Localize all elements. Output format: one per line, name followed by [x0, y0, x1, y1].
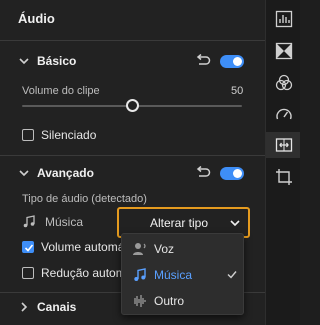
chevron-down-icon[interactable] — [18, 167, 30, 179]
checkmark-icon — [24, 244, 34, 252]
audio-panel: Áudio Básico Volume do clipe 50 Silencia… — [0, 0, 265, 325]
music-note-icon — [23, 215, 35, 228]
auto-volume-checkbox[interactable] — [22, 241, 34, 253]
detected-type-value: Música — [45, 215, 84, 229]
menu-item-label: Música — [154, 268, 193, 282]
chevron-down-icon[interactable] — [18, 55, 30, 67]
music-note-icon — [134, 268, 146, 281]
volume-slider-thumb[interactable] — [126, 99, 139, 112]
section-channels-title[interactable]: Canais — [37, 300, 76, 314]
speed-icon[interactable] — [275, 106, 293, 124]
voice-icon — [133, 243, 146, 255]
chevron-down-icon — [230, 220, 240, 227]
crop-icon[interactable] — [275, 168, 293, 186]
basic-enable-toggle[interactable] — [220, 55, 244, 68]
checkmark-icon — [227, 271, 237, 279]
audio-type-menu: Voz Música Outro — [121, 233, 244, 315]
color-icon[interactable] — [275, 74, 293, 92]
divider — [0, 155, 265, 156]
chevron-right-icon[interactable] — [18, 301, 30, 313]
mute-checkbox[interactable] — [22, 129, 34, 141]
audio-meter-icon[interactable] — [275, 10, 293, 28]
reset-icon[interactable] — [195, 54, 211, 68]
menu-item-other[interactable]: Outro — [122, 288, 245, 314]
volume-label: Volume do clipe — [22, 85, 100, 97]
audio-type-label: Tipo de áudio (detectado) — [22, 193, 147, 205]
reset-icon[interactable] — [195, 166, 211, 180]
waveform-icon — [134, 295, 146, 307]
auto-ducking-label: Redução automática — [41, 266, 121, 280]
mute-label: Silenciado — [41, 128, 97, 142]
change-type-label: Alterar tipo — [150, 216, 209, 230]
auto-ducking-checkbox[interactable] — [22, 267, 34, 279]
toggle-knob — [233, 169, 242, 178]
volume-value: 50 — [231, 85, 244, 97]
menu-item-label: Outro — [154, 294, 185, 308]
menu-item-music[interactable]: Música — [122, 262, 245, 288]
audio-trim-icon[interactable] — [275, 136, 293, 154]
menu-item-voice[interactable]: Voz — [122, 236, 245, 262]
advanced-enable-toggle[interactable] — [220, 167, 244, 180]
panel-title: Áudio — [18, 11, 55, 26]
section-advanced-title[interactable]: Avançado — [37, 166, 94, 180]
menu-item-label: Voz — [154, 242, 175, 256]
divider — [0, 40, 265, 41]
auto-volume-label: Volume automático — [41, 240, 121, 254]
transitions-icon[interactable] — [275, 42, 293, 60]
section-basic-title[interactable]: Básico — [37, 54, 76, 68]
toggle-knob — [233, 57, 242, 66]
